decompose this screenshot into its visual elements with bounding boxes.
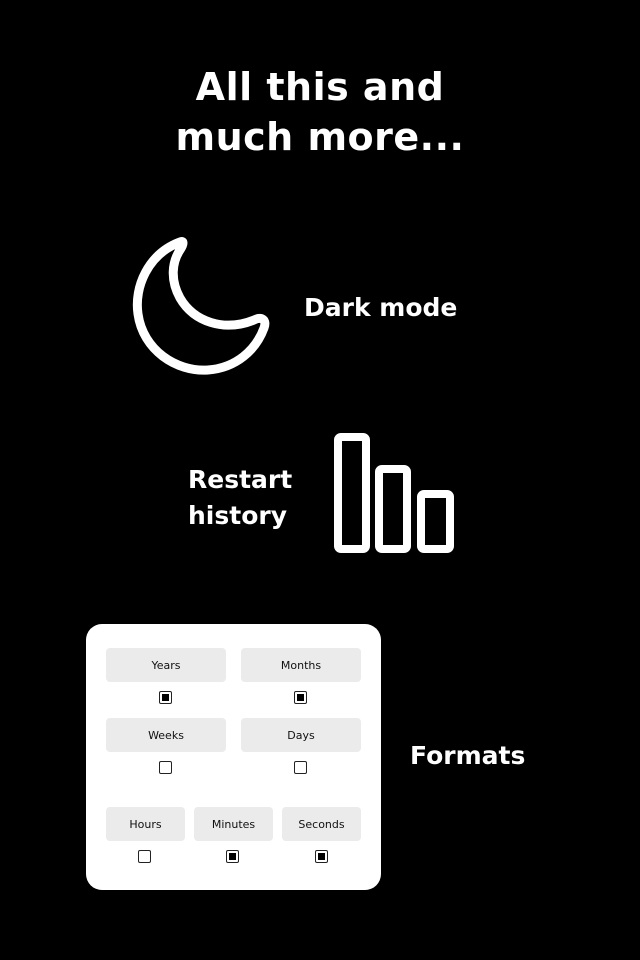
format-chip-label: Hours (129, 817, 162, 831)
checkbox-months[interactable] (294, 691, 307, 704)
moon-icon (132, 237, 270, 375)
dark-mode-label: Dark mode (304, 293, 458, 322)
format-chip-months[interactable]: Months (241, 648, 361, 682)
formats-label: Formats (410, 741, 526, 770)
checkbox-days[interactable] (294, 761, 307, 774)
checkbox-minutes[interactable] (226, 850, 239, 863)
restart-history-line-2: history (188, 501, 287, 530)
checkbox-hours[interactable] (138, 850, 151, 863)
format-chip-label: Years (151, 658, 181, 672)
checkbox-years[interactable] (159, 691, 172, 704)
checkbox-weeks[interactable] (159, 761, 172, 774)
format-chip-days[interactable]: Days (241, 718, 361, 752)
format-chip-hours[interactable]: Hours (106, 807, 185, 841)
format-chip-label: Weeks (148, 728, 184, 742)
checkbox-seconds[interactable] (315, 850, 328, 863)
format-chip-weeks[interactable]: Weeks (106, 718, 226, 752)
format-chip-years[interactable]: Years (106, 648, 226, 682)
format-chip-label: Seconds (298, 817, 345, 831)
bar-short (417, 490, 454, 553)
bar-tall (334, 433, 370, 553)
bar-chart-icon (334, 433, 454, 553)
format-chip-label: Minutes (211, 817, 256, 831)
format-chip-minutes[interactable]: Minutes (194, 807, 273, 841)
restart-history-label: Restart history (188, 462, 292, 534)
headline-line-2: much more... (175, 115, 465, 159)
formats-card: Years Months Weeks Days Hours Minutes Se… (86, 624, 381, 890)
bar-medium (375, 465, 411, 553)
headline-line-1: All this and (195, 65, 445, 109)
format-chip-label: Months (280, 658, 322, 672)
format-chip-label: Days (287, 728, 315, 742)
format-chip-seconds[interactable]: Seconds (282, 807, 361, 841)
restart-history-line-1: Restart (188, 465, 293, 494)
headline: All this and much more... (0, 62, 640, 162)
